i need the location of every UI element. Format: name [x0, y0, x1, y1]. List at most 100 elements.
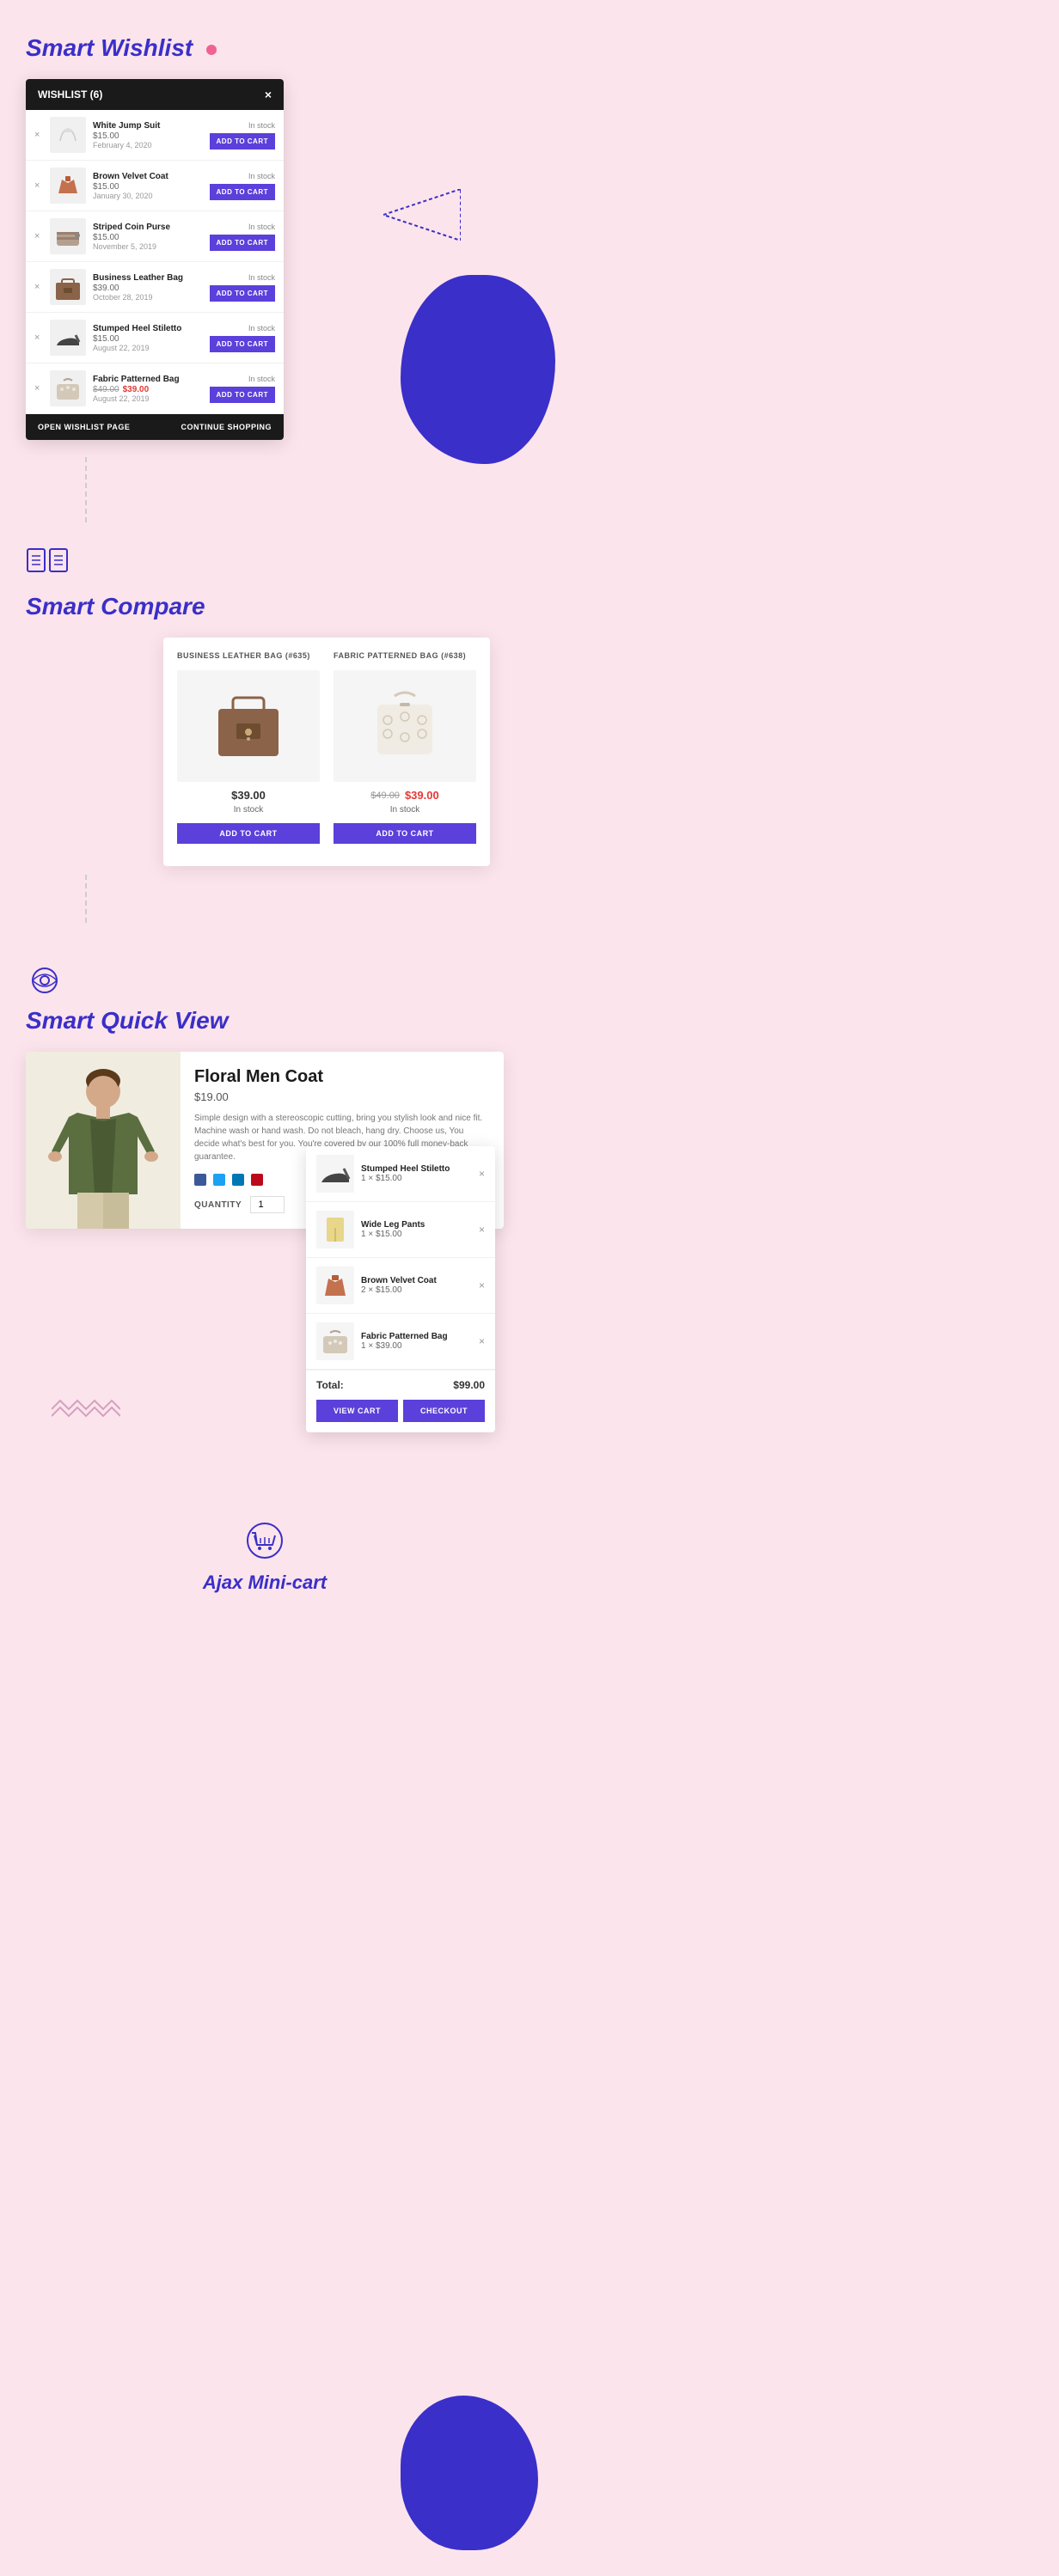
wishlist-remove-btn[interactable]: × [34, 130, 43, 140]
wishlist-item-actions: In stock ADD TO CART [206, 223, 275, 251]
compare-product-price-sale: $39.00 [405, 789, 439, 802]
wishlist-footer: OPEN WISHLIST PAGE CONTINUE SHOPPING [26, 414, 284, 440]
wishlist-item-date: February 4, 2020 [93, 141, 199, 150]
wishlist-title-text: Smart Wishlist [26, 34, 193, 61]
minicart-item: Wide Leg Pants 1 × $15.00 × [306, 1202, 495, 1258]
minicart-remove-btn[interactable]: × [479, 1224, 485, 1236]
continue-shopping-btn[interactable]: CONTINUE SHOPPING [181, 423, 272, 431]
linkedin-icon[interactable] [232, 1174, 244, 1186]
compare-product-image [177, 670, 320, 782]
minicart-item-qty-price: 1 × $15.00 [361, 1230, 472, 1239]
wishlist-item-image [50, 320, 86, 356]
smart-wishlist-section: Smart Wishlist WISHLIST (6) × × White Ju… [26, 34, 504, 440]
compare-products: $39.00 In stock ADD TO CART [177, 670, 476, 844]
compare-product-image [334, 670, 476, 782]
minicart-item-info: Brown Velvet Coat 2 × $15.00 [361, 1276, 472, 1295]
smart-compare-section: Smart Compare BUSINESS LEATHER BAG (#635… [26, 547, 504, 866]
compare-add-to-cart-btn[interactable]: ADD TO CART [334, 823, 476, 844]
wishlist-add-to-cart-btn[interactable]: ADD TO CART [210, 285, 275, 302]
minicart-item: Stumped Heel Stiletto 1 × $15.00 × [306, 1146, 495, 1202]
minicart-item-info: Wide Leg Pants 1 × $15.00 [361, 1220, 472, 1239]
minicart-item-info: Stumped Heel Stiletto 1 × $15.00 [361, 1164, 472, 1183]
wishlist-item-date: November 5, 2019 [93, 242, 199, 251]
dashed-connector [77, 457, 504, 530]
minicart-remove-btn[interactable]: × [479, 1335, 485, 1347]
compare-add-to-cart-btn[interactable]: ADD TO CART [177, 823, 320, 844]
wishlist-add-to-cart-btn[interactable]: ADD TO CART [210, 336, 275, 352]
wishlist-item: × Stumped Heel Stiletto $15.00 August 22… [26, 313, 284, 363]
cart-icon [243, 1521, 286, 1560]
minicart-item-name: Stumped Heel Stiletto [361, 1164, 472, 1174]
wishlist-item-actions: In stock ADD TO CART [206, 172, 275, 200]
ajax-minicart-title: Ajax Mini-cart [26, 1572, 504, 1594]
wishlist-item: × Fabric Patterned Bag $49.00 $39.00 Aug… [26, 363, 284, 414]
zigzag-decoration [52, 1392, 120, 1422]
wishlist-item-date: January 30, 2020 [93, 192, 199, 200]
checkout-btn[interactable]: CHECKOUT [403, 1400, 485, 1422]
wishlist-item-image [50, 218, 86, 254]
wishlist-remove-btn[interactable]: × [34, 231, 43, 241]
pinterest-icon[interactable] [251, 1174, 263, 1186]
wishlist-remove-btn[interactable]: × [34, 383, 43, 394]
wishlist-item-info: Fabric Patterned Bag $49.00 $39.00 Augus… [93, 374, 199, 403]
wishlist-item-price-original: $49.00 [93, 385, 119, 394]
wishlist-item-info: White Jump Suit $15.00 February 4, 2020 [93, 120, 199, 150]
wishlist-remove-btn[interactable]: × [34, 333, 43, 343]
minicart-item: Brown Velvet Coat 2 × $15.00 × [306, 1258, 495, 1314]
wishlist-close-btn[interactable]: × [265, 88, 272, 101]
compare-panel: BUSINESS LEATHER BAG (#635) FABRIC PATTE… [163, 638, 490, 866]
wishlist-add-to-cart-btn[interactable]: ADD TO CART [210, 387, 275, 403]
compare-product-stock: In stock [177, 805, 320, 815]
minicart-item-image [316, 1267, 354, 1304]
minicart-item-qty-price: 1 × $39.00 [361, 1341, 472, 1351]
ajax-cart-icon-wrapper [26, 1521, 504, 1565]
minicart-item-name: Wide Leg Pants [361, 1220, 472, 1230]
wishlist-add-to-cart-btn[interactable]: ADD TO CART [210, 133, 275, 150]
compare-product-price: $39.00 [177, 789, 320, 802]
wishlist-item-price-sale: $39.00 [123, 385, 150, 394]
view-cart-btn[interactable]: VIEW CART [316, 1400, 398, 1422]
wishlist-item: × White Jump Suit $15.00 February 4, 202… [26, 110, 284, 161]
minicart-item: Fabric Patterned Bag 1 × $39.00 × [306, 1314, 495, 1370]
wishlist-panel: WISHLIST (6) × × White Jump Suit $15.00 … [26, 79, 284, 440]
quantity-label: QUANTITY [194, 1200, 242, 1210]
compare-icon [26, 547, 69, 582]
wishlist-item-stock: In stock [248, 273, 275, 282]
quantity-input[interactable] [250, 1196, 285, 1213]
twitter-icon[interactable] [213, 1174, 225, 1186]
minicart-item-qty-price: 1 × $15.00 [361, 1174, 472, 1183]
wishlist-count: WISHLIST (6) [38, 89, 102, 101]
minicart-remove-btn[interactable]: × [479, 1279, 485, 1291]
wishlist-add-to-cart-btn[interactable]: ADD TO CART [210, 184, 275, 200]
bg-blob-blue2 [401, 2396, 538, 2550]
wishlist-add-to-cart-btn[interactable]: ADD TO CART [210, 235, 275, 251]
wishlist-item: × Striped Coin Purse $15.00 November 5, … [26, 211, 284, 262]
quickview-product-price: $19.00 [194, 1090, 490, 1103]
page-content: Smart Wishlist WISHLIST (6) × × White Ju… [0, 0, 530, 1645]
wishlist-item-name: Fabric Patterned Bag [93, 374, 199, 385]
wishlist-item-stock: In stock [248, 121, 275, 130]
wishlist-item-stock: In stock [248, 223, 275, 231]
wishlist-item-actions: In stock ADD TO CART [206, 121, 275, 150]
wishlist-item-stock: In stock [248, 324, 275, 333]
smart-quickview-section: Smart Quick View [26, 965, 504, 1229]
wishlist-item-price: $15.00 [93, 233, 199, 242]
quickview-section-title: Smart Quick View [26, 1007, 504, 1035]
wishlist-item-name: White Jump Suit [93, 120, 199, 131]
minicart-item-image [316, 1211, 354, 1248]
facebook-icon[interactable] [194, 1174, 206, 1186]
wishlist-item-name: Striped Coin Purse [93, 222, 199, 233]
wishlist-item-name: Business Leather Bag [93, 272, 199, 284]
wishlist-remove-btn[interactable]: × [34, 180, 43, 191]
quickview-product-image [26, 1052, 181, 1229]
open-wishlist-btn[interactable]: OPEN WISHLIST PAGE [38, 423, 130, 431]
wishlist-item-image [50, 117, 86, 153]
wishlist-item: × Brown Velvet Coat $15.00 January 30, 2… [26, 161, 284, 211]
wishlist-item-price: $15.00 [93, 334, 199, 344]
compare-product: $39.00 In stock ADD TO CART [177, 670, 320, 844]
wishlist-section-title: Smart Wishlist [26, 34, 504, 62]
minicart-item-name: Fabric Patterned Bag [361, 1332, 472, 1341]
minicart-remove-btn[interactable]: × [479, 1168, 485, 1180]
wishlist-remove-btn[interactable]: × [34, 282, 43, 292]
wishlist-item-price: $39.00 [93, 284, 199, 293]
